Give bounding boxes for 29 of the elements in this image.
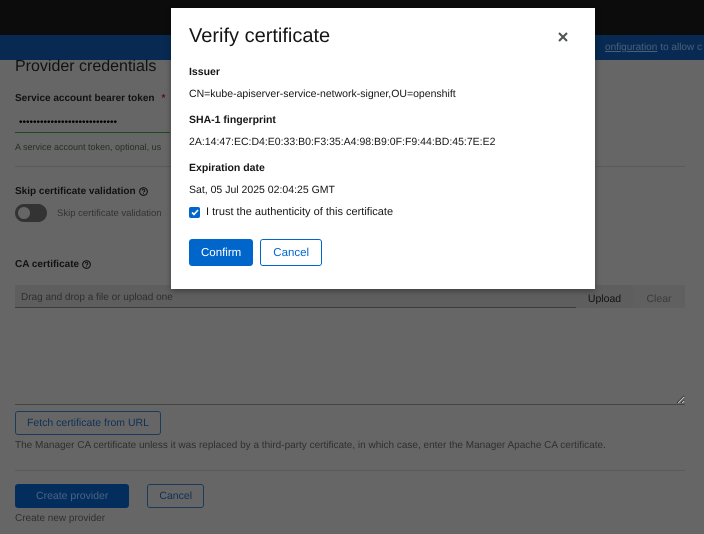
cancel-button[interactable]: Cancel [147, 484, 204, 508]
field-label: Expiration date [189, 162, 266, 174]
required-mark: * [162, 93, 166, 104]
field-value: 2A:14:47:EC:D4:E0:33:B0:F3:35:A4:98:B9:0F:F9:44:BD:45:7E:E2 [189, 136, 496, 148]
configuration-link[interactable]: onfiguration [605, 42, 658, 53]
field-value: Sat, 05 Jul 2025 02:04:25 GMT [189, 184, 336, 196]
checkbox-label: I trust the authenticity of this certificate [206, 206, 394, 218]
fetch-certificate-button[interactable]: Fetch certificate from URL [15, 411, 161, 435]
field-label: Skip certificate validation [15, 186, 136, 197]
field-label: SHA-1 fingerprint [189, 114, 277, 126]
confirm-button[interactable]: Confirm [189, 239, 254, 266]
close-icon[interactable] [556, 30, 570, 44]
banner-text: to allow c [660, 42, 702, 53]
helper-text: The Manager CA certificate unless it was replaced by a third-party certificate, in which case, enter the Manager Apache CA certificate. [15, 440, 607, 451]
help-icon[interactable] [138, 187, 148, 196]
helper-text: Create new provider [15, 513, 106, 524]
helper-text: A service account token, optional, us [15, 142, 162, 152]
create-provider-button[interactable]: Create provider [15, 484, 130, 508]
cancel-button[interactable]: Cancel [260, 239, 322, 266]
trust-checkbox[interactable] [189, 206, 200, 218]
field-label: Issuer [189, 66, 221, 78]
upload-button[interactable]: Upload [576, 285, 633, 308]
field-label: CA certificate [15, 259, 80, 270]
dialog-title: Verify certificate [189, 25, 330, 48]
section-title: Provider credentials [15, 58, 156, 77]
toggle-switch[interactable] [15, 204, 47, 222]
help-icon[interactable] [82, 260, 92, 269]
field-value: CN=kube-apiserver-service-network-signer,OU=openshift [189, 88, 457, 100]
field-label: Service account bearer token [15, 93, 155, 104]
